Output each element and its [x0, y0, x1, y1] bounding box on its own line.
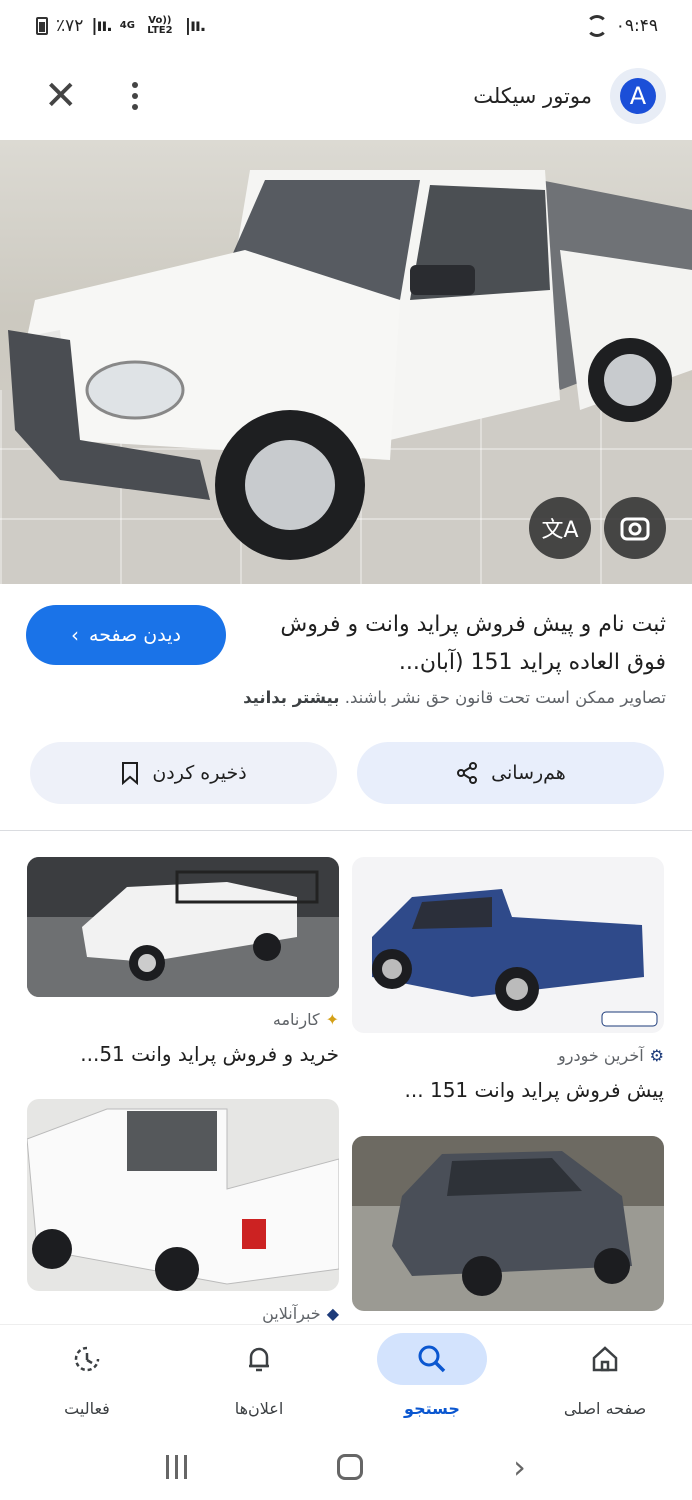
share-label: هم‌رسانی	[491, 762, 566, 784]
copyright-notice: تصاویر ممکن است تحت قانون حق نشر باشند. …	[190, 688, 666, 707]
nav-notifications-label: اعلان‌ها	[234, 1399, 284, 1418]
main-result-image[interactable]: 文A	[0, 140, 692, 584]
network-type-2: Vo)) LTE2	[147, 15, 173, 36]
nav-activity[interactable]: فعالیت	[12, 1325, 162, 1435]
system-home-icon[interactable]	[337, 1454, 364, 1480]
close-icon[interactable]: ✕	[44, 76, 78, 116]
nav-home-pill	[550, 1333, 660, 1385]
system-navigation: ›	[0, 1434, 692, 1500]
bell-icon	[249, 1347, 269, 1372]
clock: ۰۹:۴۹	[615, 16, 658, 36]
related-source-1-label: آخرین خودرو	[558, 1046, 644, 1065]
related-image-3[interactable]	[352, 1136, 664, 1311]
learn-more-link[interactable]: بیشتر بدانید	[243, 688, 339, 707]
battery-level: ٪۷۲	[56, 16, 84, 36]
status-bar: ٪۷۲ |ıı. 4G Vo)) LTE2 |ıı. ۰۹:۴۹	[0, 0, 692, 52]
lens-search-icon[interactable]	[604, 497, 666, 559]
nav-search-label: جستجو	[404, 1399, 460, 1418]
avatar[interactable]: A	[610, 68, 666, 124]
save-button[interactable]: ذخیره کردن	[30, 742, 337, 804]
header: ✕ موتور سیکلت A	[0, 52, 692, 140]
nav-home-label: صفحه اصلی	[563, 1399, 647, 1418]
site-favicon-icon: ⚙	[649, 1046, 664, 1065]
related-image-4[interactable]	[27, 1099, 339, 1291]
related-image-1[interactable]	[352, 857, 664, 1033]
blue-pickup-thumbnail	[372, 889, 658, 1027]
nav-search-pill	[377, 1333, 487, 1385]
site-favicon-icon-4: ◆	[326, 1304, 339, 1323]
avatar-letter: A	[620, 78, 656, 114]
signal-icon: |ıı.	[91, 16, 112, 36]
view-page-label: دیدن صفحه	[89, 624, 181, 646]
related-caption-1[interactable]: پیش فروش پراید وانت 151 ...	[352, 1078, 664, 1102]
recents-icon[interactable]	[166, 1455, 188, 1479]
related-source-2-label: کارنامه	[272, 1010, 320, 1029]
bottom-navigation: صفحه اصلی جستجو اعلان‌ها ف	[0, 1324, 692, 1434]
home-icon	[592, 1346, 618, 1372]
activity-icon	[74, 1346, 100, 1372]
header-actions: ✕	[44, 76, 138, 116]
nav-notifications-pill	[204, 1333, 314, 1385]
related-source-4-label: خبرآنلاین	[262, 1304, 321, 1323]
site-favicon-icon-2: ✦	[325, 1010, 339, 1029]
white-pickup-thumbnail	[27, 857, 339, 997]
search-icon	[418, 1345, 446, 1373]
share-button[interactable]: هم‌رسانی	[357, 742, 664, 804]
nav-activity-label: فعالیت	[64, 1399, 110, 1418]
related-caption-2[interactable]: خرید و فروش پراید وانت 51...	[27, 1042, 339, 1066]
nav-notifications[interactable]: اعلان‌ها	[184, 1325, 334, 1435]
battery-icon	[36, 17, 48, 35]
related-source-4[interactable]: ◆ خبرآنلاین	[27, 1304, 339, 1323]
header-title-group: موتور سیکلت A	[473, 68, 666, 124]
gray-pickup-thumbnail	[352, 1136, 664, 1296]
result-title[interactable]: ثبت نام و پیش فروش پراید وانت و فروش فوق…	[250, 606, 666, 682]
white-pickup-rear-thumbnail	[27, 1108, 339, 1291]
sync-icon	[585, 15, 608, 37]
related-source-2[interactable]: ✦ کارنامه	[27, 1010, 339, 1029]
related-source-1[interactable]: ⚙ آخرین خودرو	[360, 1046, 664, 1065]
copyright-text: تصاویر ممکن است تحت قانون حق نشر باشند.	[344, 688, 666, 707]
more-options-icon[interactable]	[131, 82, 138, 110]
status-right: ۰۹:۴۹	[585, 15, 658, 37]
divider	[0, 830, 692, 831]
nav-home[interactable]: صفحه اصلی	[530, 1325, 680, 1435]
status-left: ٪۷۲ |ıı. 4G Vo)) LTE2 |ıı.	[36, 15, 206, 36]
nav-activity-pill	[32, 1333, 142, 1385]
network-type: 4G	[119, 20, 135, 31]
signal-icon-2: |ıı.	[184, 16, 206, 36]
camera-icon	[620, 517, 650, 541]
nav-search[interactable]: جستجو	[357, 1325, 507, 1435]
share-icon	[457, 762, 478, 784]
related-image-2[interactable]	[27, 857, 339, 997]
header-title: موتور سیکلت	[473, 84, 592, 108]
save-label: ذخیره کردن	[152, 762, 247, 784]
chevron-left-icon: ‹	[71, 623, 80, 647]
bookmark-icon	[122, 762, 139, 785]
back-icon[interactable]: ›	[513, 1451, 526, 1483]
view-page-button[interactable]: ‹ دیدن صفحه	[26, 605, 226, 665]
translate-icon[interactable]: 文A	[529, 497, 591, 559]
